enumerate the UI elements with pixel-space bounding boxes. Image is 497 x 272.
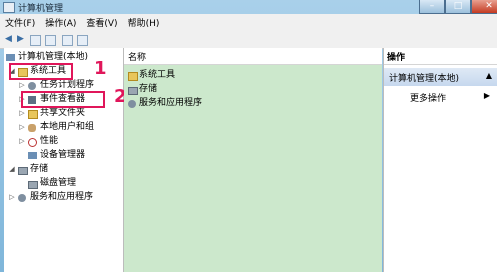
storage-icon (128, 87, 138, 95)
actions-selected-label: 计算机管理(本地) (389, 74, 460, 84)
services-icon (128, 100, 136, 108)
device-manager-icon (28, 152, 37, 159)
tree-item-services-apps[interactable]: ▷ 服务和应用程序 (4, 191, 123, 204)
computer-icon (6, 54, 15, 61)
menu-file[interactable]: 文件(F) (0, 16, 40, 29)
list-item-label: 服务和应用程序 (139, 98, 203, 108)
tree-item-storage[interactable]: ◢ 存储 (4, 163, 123, 176)
highlight-box-system-tools (9, 63, 73, 80)
actions-selected-item[interactable]: 计算机管理(本地) ▲ (384, 68, 497, 86)
menu-view[interactable]: 查看(V) (81, 16, 122, 29)
expand-icon[interactable]: ▷ (18, 121, 26, 134)
actions-header-label: 操作 (387, 53, 406, 63)
clock-icon (28, 82, 36, 90)
up-level-icon[interactable] (30, 35, 41, 46)
tree-item-performance[interactable]: ▷ 性能 (4, 135, 123, 148)
menu-bar: 文件(F) 操作(A) 查看(V) 帮助(H) (0, 14, 497, 31)
forward-icon[interactable]: ▶ (15, 34, 26, 45)
expand-icon[interactable]: ▷ (8, 191, 16, 204)
more-actions-link[interactable]: 更多操作 (410, 91, 446, 104)
title-bar: 计算机管理 – □ ✕ (0, 0, 497, 14)
annotation-1: 1 (94, 58, 107, 79)
tree-label: 本地用户和组 (40, 122, 95, 132)
close-button[interactable]: ✕ (471, 0, 497, 14)
collapse-icon[interactable]: ◢ (8, 163, 16, 176)
storage-icon (18, 167, 28, 175)
app-icon (3, 2, 15, 13)
users-icon (28, 124, 36, 132)
shared-folder-icon (28, 110, 38, 119)
actions-pane: 操作 计算机管理(本地) ▲ 更多操作 ▶ (383, 48, 497, 272)
console-tree: 计算机管理(本地) ◢ 系统工具 ▷ 任务计划程序 ▷ 事件查看器 ▷ 共享文件… (4, 48, 127, 272)
window-title: 计算机管理 (18, 4, 64, 14)
tree-item-disk-management[interactable]: 磁盘管理 (4, 177, 123, 190)
actions-header: 操作 (384, 48, 497, 65)
toolbar: ◀ ▶ (0, 31, 497, 49)
tree-item-local-users[interactable]: ▷ 本地用户和组 (4, 121, 123, 134)
tree-label: 磁盘管理 (40, 178, 77, 188)
back-icon[interactable]: ◀ (3, 34, 14, 45)
list-item-label: 存储 (139, 84, 158, 94)
performance-icon (28, 138, 37, 147)
column-header-label: 名称 (128, 53, 147, 63)
maximize-button[interactable]: □ (445, 0, 471, 14)
minimize-button[interactable]: – (419, 0, 445, 14)
column-header-name[interactable]: 名称 (124, 48, 382, 65)
services-icon (18, 194, 26, 202)
tree-label: 存储 (30, 164, 49, 174)
tree-item-device-manager[interactable]: 设备管理器 (4, 149, 123, 162)
tree-label: 设备管理器 (40, 150, 86, 160)
collapse-up-icon[interactable]: ▲ (486, 71, 492, 80)
chevron-right-icon[interactable]: ▶ (484, 91, 490, 100)
tree-label: 服务和应用程序 (30, 192, 94, 202)
disk-icon (28, 181, 38, 189)
expand-icon[interactable]: ▷ (18, 135, 26, 148)
properties-icon[interactable] (77, 35, 88, 46)
results-pane: 名称 系统工具 存储 服务和应用程序 (124, 48, 382, 272)
show-hide-tree-icon[interactable] (45, 35, 56, 46)
help-icon[interactable] (62, 35, 73, 46)
menu-action[interactable]: 操作(A) (40, 16, 81, 29)
menu-help[interactable]: 帮助(H) (123, 16, 165, 29)
tree-label: 性能 (40, 136, 59, 146)
list-item-label: 系统工具 (139, 70, 176, 80)
highlight-box-event-viewer (21, 91, 105, 108)
tree-label: 共享文件夹 (40, 108, 86, 118)
computer-management-window: 计算机管理 – □ ✕ 文件(F) 操作(A) 查看(V) 帮助(H) ◀ ▶ … (0, 0, 497, 272)
tools-icon (128, 72, 138, 81)
tree-item-shared-folders[interactable]: ▷ 共享文件夹 (4, 107, 123, 120)
expand-icon[interactable]: ▷ (18, 107, 26, 120)
